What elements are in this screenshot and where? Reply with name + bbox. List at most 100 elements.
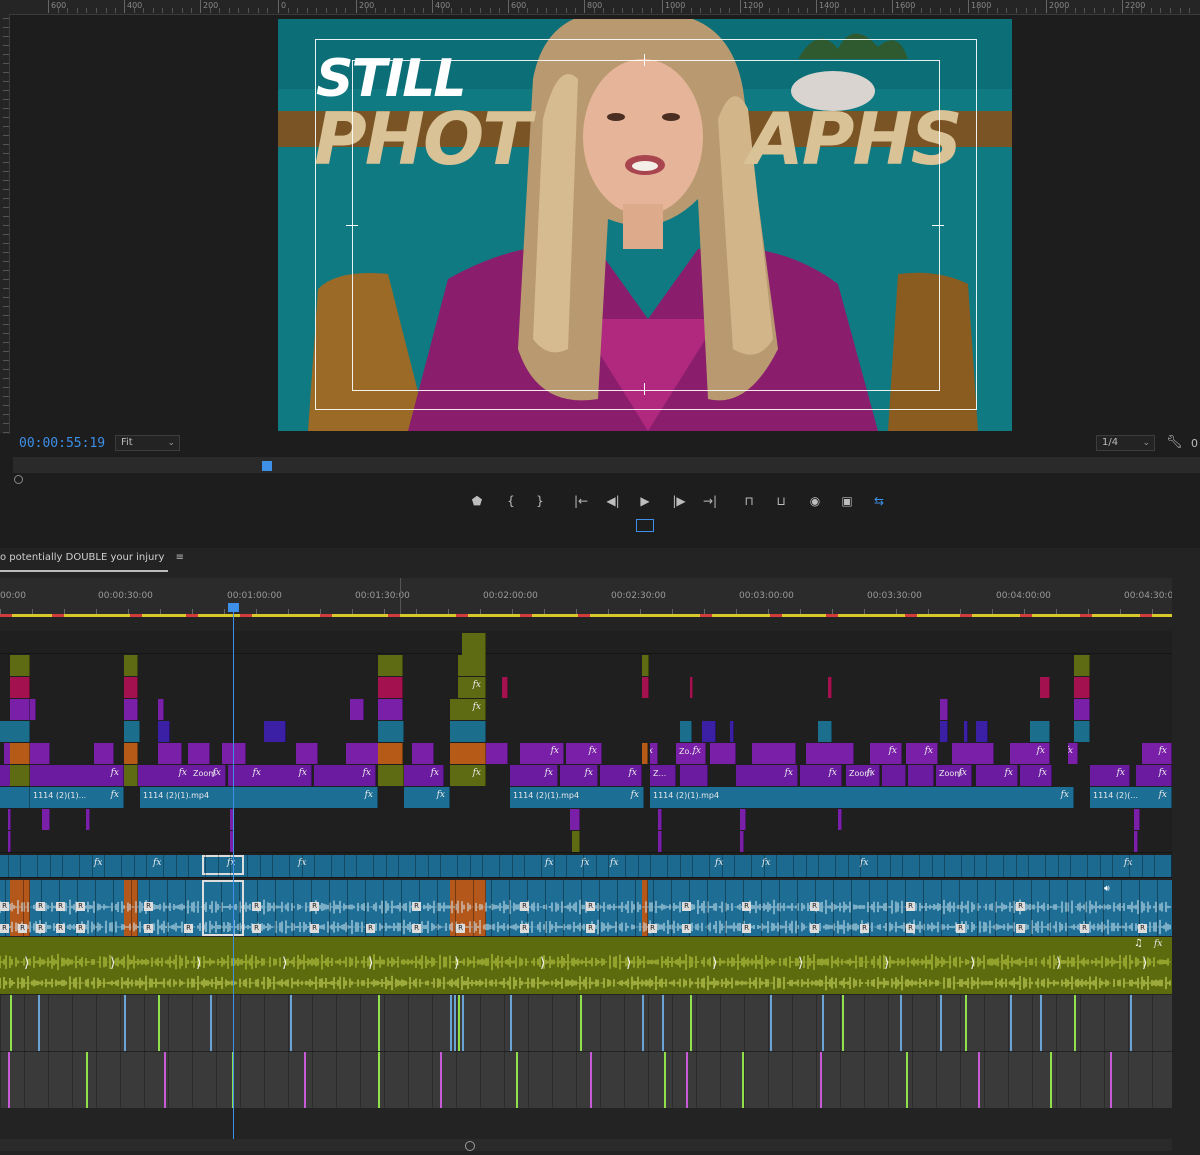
sfx-clip[interactable] xyxy=(458,995,460,1051)
sfx-clip[interactable] xyxy=(86,1052,88,1108)
zoom-clip[interactable]: fx xyxy=(736,765,798,786)
timeline-horizontal-scrollbar[interactable] xyxy=(0,1139,1172,1151)
graphic-clip[interactable] xyxy=(642,677,649,698)
colored-clip[interactable] xyxy=(124,743,138,764)
video-clip[interactable] xyxy=(378,721,404,742)
sfx-clip[interactable] xyxy=(690,995,692,1051)
adjustment-clip[interactable] xyxy=(462,633,486,655)
zoom-clip[interactable]: fx xyxy=(976,765,1018,786)
graphic-marker[interactable] xyxy=(740,831,744,852)
zoom-clip[interactable]: fx xyxy=(600,765,642,786)
overlay-clip[interactable] xyxy=(158,699,164,720)
overlay-clip[interactable] xyxy=(350,699,364,720)
motion-clip[interactable] xyxy=(188,743,210,764)
adjustment-clip[interactable]: fx xyxy=(450,765,486,786)
graphic-clip[interactable] xyxy=(1040,677,1050,698)
sfx-clip[interactable] xyxy=(580,995,582,1051)
sfx-clip[interactable] xyxy=(440,1052,442,1108)
sfx-clip[interactable] xyxy=(940,995,942,1051)
adjustment-clip[interactable] xyxy=(124,655,138,676)
graphic-clip[interactable] xyxy=(10,677,30,698)
selected-clip-outline[interactable] xyxy=(202,855,244,875)
adjustment-clip[interactable] xyxy=(642,655,649,676)
graphic-marker[interactable] xyxy=(658,831,662,852)
graphic-clip[interactable] xyxy=(124,677,138,698)
sfx-clip[interactable] xyxy=(642,995,644,1051)
adjustment-clip[interactable] xyxy=(378,765,404,786)
graphic-clip[interactable] xyxy=(730,721,734,742)
graphic-marker[interactable] xyxy=(838,809,842,830)
graphic-marker[interactable] xyxy=(1134,831,1138,852)
sfx-clip[interactable] xyxy=(820,1052,822,1108)
sfx-clip[interactable] xyxy=(378,995,380,1051)
graphic-clip[interactable] xyxy=(976,721,988,742)
sfx-clip[interactable] xyxy=(686,1052,688,1108)
graphic-marker[interactable] xyxy=(86,809,90,830)
sfx-clip[interactable] xyxy=(1110,1052,1112,1108)
zoom-clip[interactable]: fx xyxy=(1020,765,1052,786)
sfx-clip[interactable] xyxy=(124,995,126,1051)
adjustment-clip[interactable] xyxy=(458,655,486,676)
graphic-marker[interactable] xyxy=(570,809,580,830)
zoom-clip[interactable]: Z... xyxy=(650,765,676,786)
graphic-marker[interactable] xyxy=(8,831,11,852)
zoom-clip[interactable]: fx xyxy=(560,765,598,786)
video-clip[interactable] xyxy=(124,721,140,742)
overlay-clip[interactable] xyxy=(940,699,948,720)
sfx-clip[interactable] xyxy=(1010,995,1012,1051)
zoom-clip[interactable] xyxy=(680,765,708,786)
sfx-clip[interactable] xyxy=(450,995,452,1051)
graphic-marker[interactable] xyxy=(658,809,662,830)
graphic-marker[interactable] xyxy=(740,809,746,830)
sfx-clip[interactable] xyxy=(510,995,512,1051)
overlay-clip[interactable] xyxy=(30,699,36,720)
scroll-handle[interactable] xyxy=(465,1141,475,1151)
graphic-marker[interactable] xyxy=(1134,809,1140,830)
zoom-clip[interactable]: fx xyxy=(404,765,444,786)
motion-clip[interactable] xyxy=(710,743,736,764)
zoom-clip[interactable]: fx xyxy=(1136,765,1172,786)
sfx-clip[interactable] xyxy=(516,1052,518,1108)
motion-clip[interactable] xyxy=(952,743,994,764)
sfx-clip[interactable] xyxy=(842,995,844,1051)
sfx-clip[interactable] xyxy=(1050,1052,1052,1108)
video-clip[interactable] xyxy=(818,721,832,742)
video-clip[interactable] xyxy=(680,721,692,742)
graphic-marker[interactable] xyxy=(42,809,50,830)
graphic-marker[interactable] xyxy=(8,809,11,830)
video-clip-main[interactable]: 1114 (2)(... fx xyxy=(1090,787,1172,808)
graphic-clip[interactable] xyxy=(502,677,508,698)
graphic-clip[interactable] xyxy=(158,721,170,742)
sfx-clip[interactable] xyxy=(290,995,292,1051)
zoom-clip[interactable]: Zoom fx xyxy=(190,765,226,786)
sfx-clip[interactable] xyxy=(1040,995,1042,1051)
adjustment-clip[interactable] xyxy=(10,765,30,786)
motion-clip[interactable]: fx xyxy=(1142,743,1172,764)
sfx-clip[interactable] xyxy=(38,995,40,1051)
zoom-clip[interactable]: fx xyxy=(314,765,376,786)
sfx-clip[interactable] xyxy=(900,995,902,1051)
sfx-clip[interactable] xyxy=(304,1052,306,1108)
graphic-clip[interactable] xyxy=(1074,677,1090,698)
zoom-clip[interactable]: fx xyxy=(800,765,842,786)
colored-clip[interactable] xyxy=(10,743,30,764)
sfx-clip[interactable] xyxy=(664,1052,666,1108)
graphic-clip[interactable] xyxy=(940,721,948,742)
adjustment-clip[interactable] xyxy=(1074,655,1090,676)
overlay-clip[interactable] xyxy=(124,699,138,720)
motion-clip[interactable] xyxy=(296,743,318,764)
video-clip[interactable] xyxy=(0,721,30,742)
zoom-clip[interactable]: fx xyxy=(510,765,558,786)
video-clip-main[interactable]: 1114 (2)(1).mp4 fx xyxy=(510,787,644,808)
timeline-playhead-line[interactable] xyxy=(233,604,234,1139)
video-clip-main[interactable]: 1114 (2)(1)... fx xyxy=(30,787,124,808)
zoom-clip[interactable] xyxy=(908,765,934,786)
video-clip-main[interactable] xyxy=(0,787,30,808)
video-clip-main[interactable]: 1114 (2)(1).mp4 fx xyxy=(650,787,1074,808)
sfx-clip[interactable] xyxy=(662,995,664,1051)
motion-clip[interactable]: fx xyxy=(1068,743,1078,764)
sfx-clip[interactable] xyxy=(158,995,160,1051)
adjustment-clip[interactable]: fx xyxy=(458,677,486,698)
overlay-clip[interactable] xyxy=(1074,699,1090,720)
zoom-clip[interactable]: Zoom fx xyxy=(936,765,972,786)
